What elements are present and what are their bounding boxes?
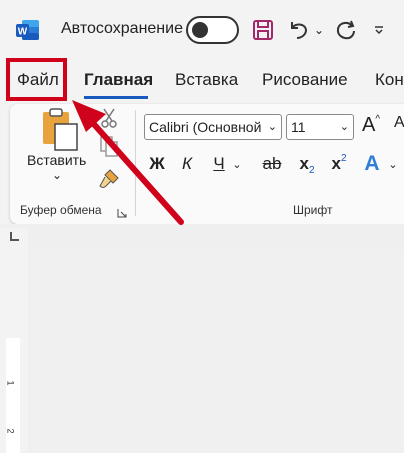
active-tab-indicator — [84, 96, 148, 99]
font-name-chevron-icon: ⌄ — [267, 121, 277, 133]
text-effects-icon[interactable]: A — [362, 152, 382, 176]
autosave-label: Автосохранение — [61, 20, 183, 37]
tab-insert[interactable]: Вставка — [175, 70, 238, 90]
ruler-number: 1 — [5, 380, 16, 386]
shrink-font-icon[interactable]: A — [394, 114, 404, 138]
undo-chevron-icon[interactable]: ⌄ — [313, 16, 325, 44]
svg-text:W: W — [18, 27, 28, 38]
clipboard-group-label: Буфер обмена — [20, 203, 102, 217]
annotation-highlight-box — [6, 58, 67, 101]
autosave-toggle[interactable] — [186, 16, 239, 44]
paste-label[interactable]: Вставить — [27, 152, 86, 168]
subscript-base: x — [299, 154, 309, 173]
paste-chevron-icon[interactable]: ⌄ — [52, 168, 62, 182]
redo-icon[interactable] — [333, 16, 359, 44]
superscript-mark: 2 — [340, 152, 347, 164]
format-painter-icon[interactable] — [98, 168, 120, 190]
bold-button[interactable]: Ж — [147, 152, 167, 176]
undo-icon[interactable] — [286, 16, 312, 44]
tab-home[interactable]: Главная — [84, 70, 153, 90]
superscript-base: x — [331, 154, 341, 173]
word-app-icon: W — [16, 20, 39, 40]
font-name-value: Calibri (Основной — [149, 119, 262, 135]
page[interactable] — [30, 250, 404, 453]
title-bar: W Автосохранение ⌄ — [0, 0, 404, 60]
subscript-button[interactable]: x2 — [296, 152, 318, 176]
italic-button[interactable]: К — [177, 152, 197, 176]
paste-icon[interactable] — [38, 108, 78, 152]
ruler-number: 2 — [5, 428, 16, 434]
font-group-label: Шрифт — [293, 203, 333, 217]
text-effects-chevron-icon[interactable]: ⌄ — [386, 152, 400, 176]
superscript-button[interactable]: x2 — [328, 152, 350, 176]
subscript-mark: 2 — [308, 164, 315, 176]
tab-design[interactable]: Кон — [375, 70, 404, 90]
tab-draw[interactable]: Рисование — [262, 70, 348, 90]
underline-button[interactable]: Ч — [209, 152, 229, 176]
copy-icon[interactable] — [100, 136, 118, 158]
save-icon[interactable] — [251, 16, 275, 44]
font-size-value: 11 — [291, 119, 306, 135]
ruler-text-area — [6, 338, 20, 453]
group-divider — [135, 110, 136, 216]
strikethrough-button[interactable]: ab — [260, 152, 284, 176]
font-size-chevron-icon: ⌄ — [339, 121, 349, 133]
font-name-select[interactable]: Calibri (Основной ⌄ — [144, 114, 282, 140]
toggle-knob — [192, 22, 208, 38]
tab-stop-icon[interactable] — [10, 232, 19, 241]
grow-font-icon[interactable]: A^ — [362, 114, 384, 138]
underline-chevron-icon[interactable]: ⌄ — [229, 152, 245, 176]
cut-icon[interactable] — [100, 108, 118, 128]
clipboard-dialog-launcher-icon[interactable] — [117, 205, 127, 218]
font-size-select[interactable]: 11 ⌄ — [286, 114, 354, 140]
customize-toolbar-icon[interactable] — [372, 16, 386, 44]
